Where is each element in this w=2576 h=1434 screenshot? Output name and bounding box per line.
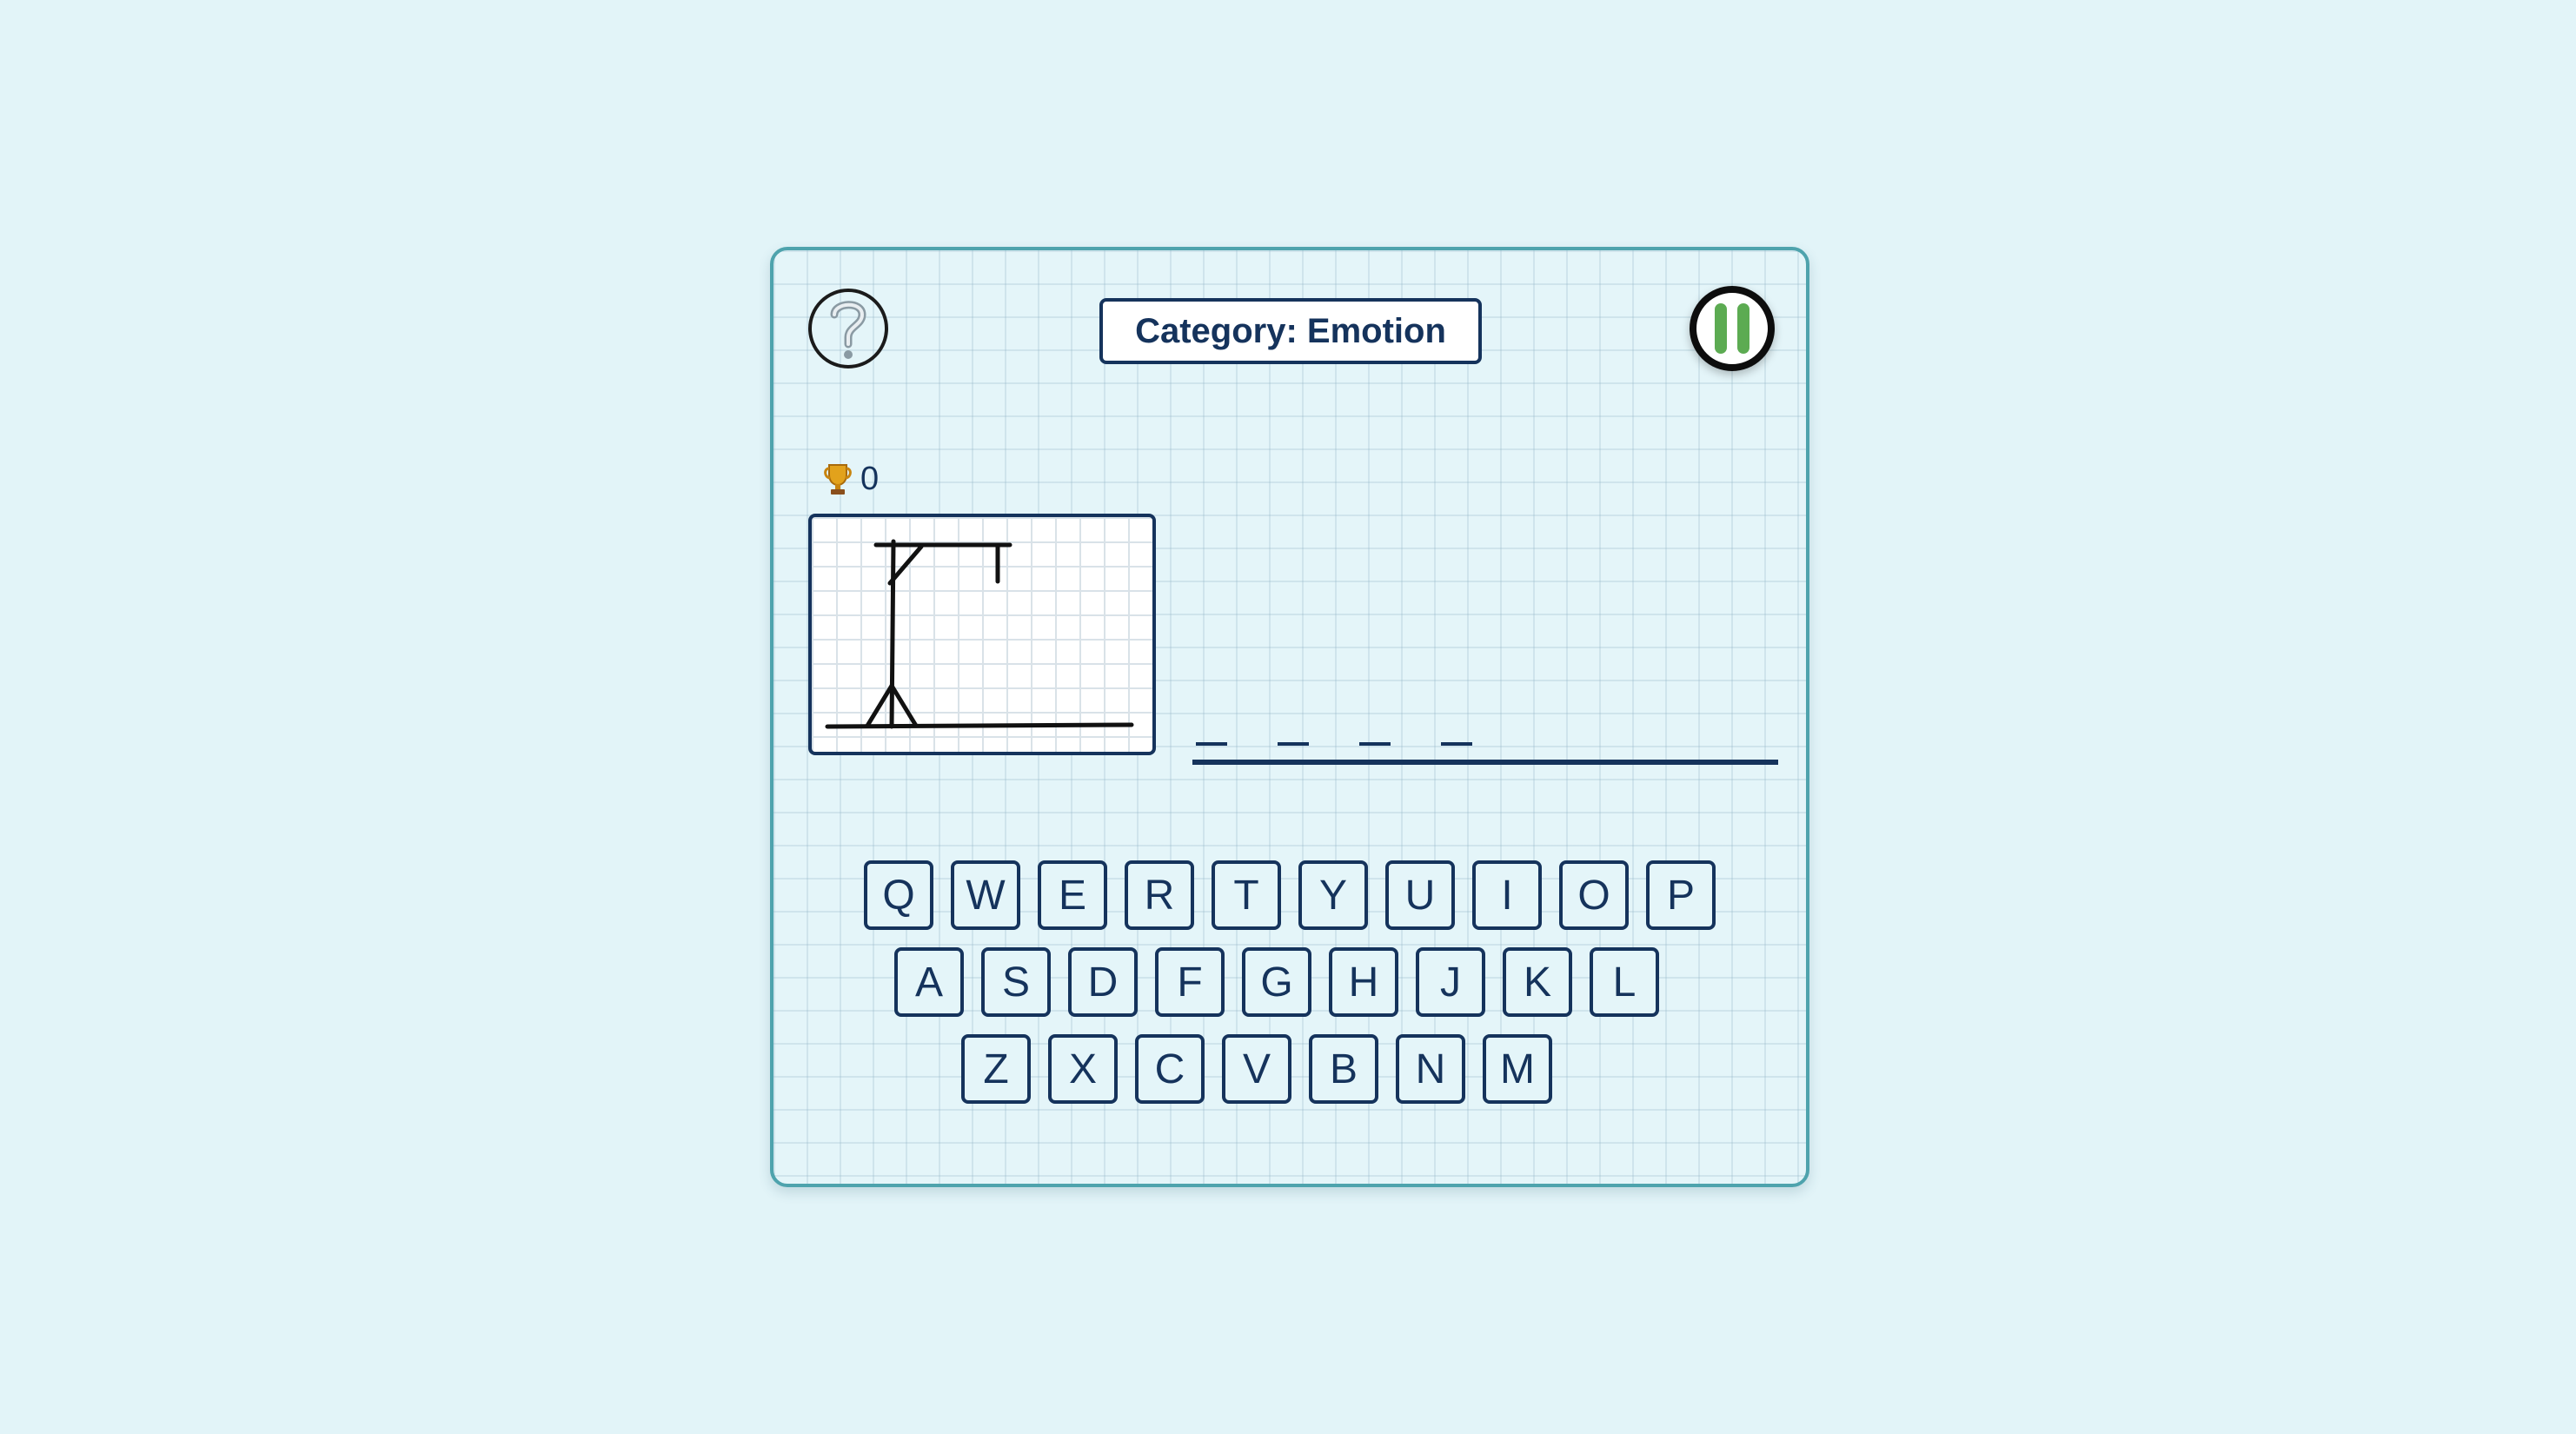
key-t[interactable]: T <box>1212 860 1281 930</box>
score-display: 0 <box>822 461 879 498</box>
key-r[interactable]: R <box>1125 860 1194 930</box>
key-z[interactable]: Z <box>961 1034 1031 1104</box>
question-mark-icon <box>830 301 866 359</box>
gallows-post <box>889 539 896 729</box>
score-value: 0 <box>860 461 880 497</box>
pause-icon-bar-left <box>1715 303 1727 354</box>
word-display <box>1192 685 1778 765</box>
key-u[interactable]: U <box>1385 860 1455 930</box>
keyboard-row-2: A S D F G H J K L <box>773 947 1806 1017</box>
key-f[interactable]: F <box>1155 947 1225 1017</box>
key-b[interactable]: B <box>1309 1034 1378 1104</box>
game-card: Category: Emotion 0 Q W E R T Y U I O P … <box>770 247 1809 1187</box>
key-l[interactable]: L <box>1590 947 1659 1017</box>
key-g[interactable]: G <box>1242 947 1311 1017</box>
gallows-support-left <box>865 683 894 728</box>
key-j[interactable]: J <box>1416 947 1485 1017</box>
gallows-base <box>825 722 1134 729</box>
key-c[interactable]: C <box>1135 1034 1205 1104</box>
letter-slot <box>1196 742 1227 746</box>
key-y[interactable]: Y <box>1298 860 1368 930</box>
key-a[interactable]: A <box>894 947 964 1017</box>
key-q[interactable]: Q <box>864 860 933 930</box>
letter-slot <box>1441 742 1472 746</box>
trophy-icon <box>824 463 852 495</box>
key-h[interactable]: H <box>1329 947 1398 1017</box>
help-button[interactable] <box>808 289 888 368</box>
letter-slot <box>1359 742 1391 746</box>
letter-slot <box>1278 742 1309 746</box>
key-v[interactable]: V <box>1222 1034 1291 1104</box>
keyboard-row-3: Z X C V B N M <box>773 1034 1806 1104</box>
key-m[interactable]: M <box>1483 1034 1552 1104</box>
key-s[interactable]: S <box>981 947 1051 1017</box>
key-i[interactable]: I <box>1472 860 1542 930</box>
key-w[interactable]: W <box>951 860 1020 930</box>
on-screen-keyboard: Q W E R T Y U I O P A S D F G H J K L Z … <box>773 860 1806 1121</box>
key-p[interactable]: P <box>1646 860 1716 930</box>
category-label: Category: Emotion <box>1099 298 1482 364</box>
key-x[interactable]: X <box>1048 1034 1118 1104</box>
keyboard-row-1: Q W E R T Y U I O P <box>773 860 1806 930</box>
pause-icon-bar-right <box>1737 303 1749 354</box>
key-d[interactable]: D <box>1068 947 1138 1017</box>
key-o[interactable]: O <box>1559 860 1629 930</box>
key-n[interactable]: N <box>1396 1034 1465 1104</box>
key-k[interactable]: K <box>1503 947 1572 1017</box>
gallows-drawing <box>825 539 1134 729</box>
pause-button[interactable] <box>1690 286 1775 371</box>
key-e[interactable]: E <box>1038 860 1107 930</box>
hangman-drawing <box>808 514 1156 755</box>
gallows-support-right <box>889 683 919 728</box>
